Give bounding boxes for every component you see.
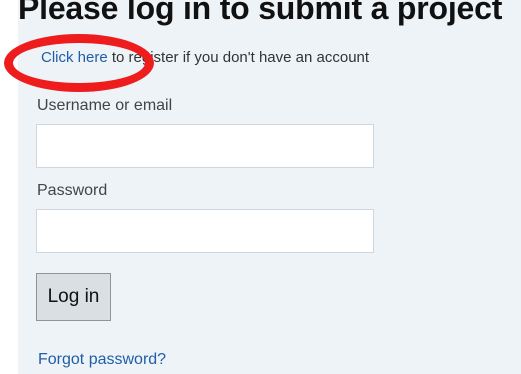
username-field[interactable] <box>36 124 374 168</box>
register-link[interactable]: Click here <box>41 49 108 66</box>
register-prompt-text: to register if you don't have an account <box>111 49 370 66</box>
password-field[interactable] <box>36 209 374 253</box>
page-title: Please log in to submit a project <box>18 0 503 26</box>
username-label: Username or email <box>37 97 173 114</box>
forgot-password-link[interactable]: Forgot password? <box>38 350 166 370</box>
password-label: Password <box>37 182 108 199</box>
register-prompt: Click here to register if you don't have… <box>41 48 369 68</box>
login-button[interactable]: Log in <box>36 273 111 321</box>
